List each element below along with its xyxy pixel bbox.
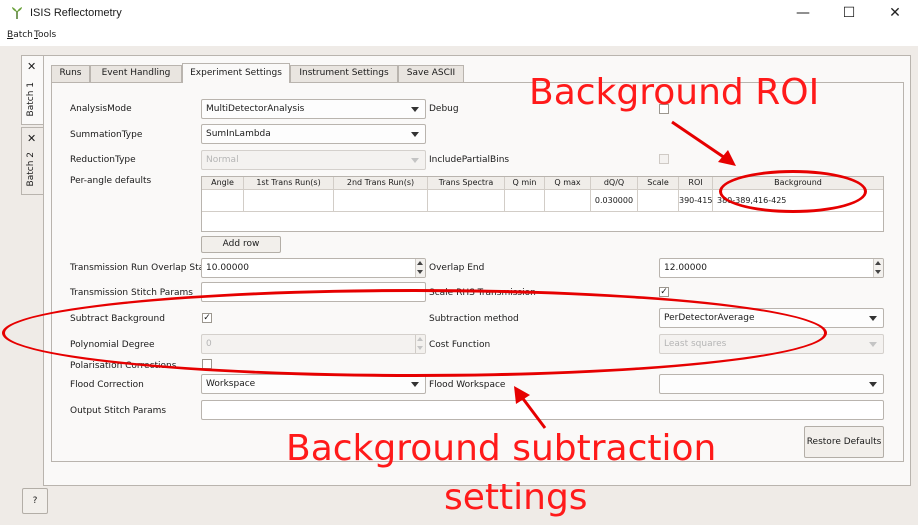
reduction-type-value: Normal (206, 155, 239, 165)
column-header-angle[interactable]: Angle (202, 177, 244, 190)
chevron-down-icon (411, 107, 419, 112)
column-header-q-min[interactable]: Q min (505, 177, 545, 190)
chevron-down-icon (869, 316, 877, 321)
table-cell-angle[interactable] (202, 190, 244, 212)
menu-batch-rest: atch (13, 30, 33, 40)
overlap-end-spinbox[interactable]: 12.00000 (659, 258, 884, 278)
tab-save-ascii[interactable]: Save ASCII (398, 65, 464, 82)
table-cell-roi[interactable]: 390-415 (679, 190, 713, 212)
background-subtraction-highlight-ellipse (2, 289, 827, 377)
background-roi-highlight-ellipse (719, 170, 867, 213)
chevron-down-icon (869, 382, 877, 387)
help-button[interactable]: ? (22, 488, 48, 514)
background-roi-annotation: Background ROI (529, 72, 820, 113)
maximize-button[interactable]: ☐ (826, 0, 872, 28)
column-header-q-max[interactable]: Q max (545, 177, 591, 190)
trans-overlap-start-value: 10.00000 (206, 263, 249, 273)
overlap-end-label: Overlap End (429, 263, 485, 273)
output-stitch-params-input[interactable] (201, 400, 884, 420)
spin-arrows-icon[interactable] (873, 259, 883, 277)
title-bar: ISIS Reflectometry — ☐ ✕ (0, 0, 918, 28)
chevron-down-icon (411, 382, 419, 387)
column-header-second-trans-runs[interactable]: 2nd Trans Run(s) (334, 177, 428, 190)
analysis-mode-label: AnalysisMode (70, 104, 132, 114)
window-title: ISIS Reflectometry (30, 7, 122, 19)
add-row-button[interactable]: Add row (201, 236, 281, 253)
table-cell-trans-spectra[interactable] (428, 190, 505, 212)
column-header-roi[interactable]: ROI (679, 177, 713, 190)
table-cell-q-max[interactable] (545, 190, 591, 212)
table-cell-second-trans-runs[interactable] (334, 190, 428, 212)
reduction-type-label: ReductionType (70, 155, 136, 165)
close-window-button[interactable]: ✕ (872, 0, 918, 28)
tab-runs[interactable]: Runs (51, 65, 90, 82)
tab-instrument-settings[interactable]: Instrument Settings (290, 65, 398, 82)
column-header-trans-spectra[interactable]: Trans Spectra (428, 177, 505, 190)
menu-tools-rest: ools (37, 30, 57, 40)
chevron-down-icon (411, 158, 419, 163)
overlap-end-value: 12.00000 (664, 263, 707, 273)
menu-bar: Batch Tools (0, 28, 918, 46)
column-header-first-trans-runs[interactable]: 1st Trans Run(s) (244, 177, 334, 190)
analysis-mode-value: MultiDetectorAnalysis (206, 104, 305, 114)
restore-defaults-button[interactable]: Restore Defaults (804, 426, 884, 458)
chevron-down-icon (869, 342, 877, 347)
flood-correction-label: Flood Correction (70, 380, 144, 390)
mantid-app-icon (12, 7, 22, 19)
summation-type-select[interactable]: SumInLambda (201, 124, 426, 144)
side-tab-batch-1[interactable]: ✕ Batch 1 (21, 55, 43, 125)
close-batch-2-icon[interactable]: ✕ (27, 133, 36, 144)
trans-overlap-start-spinbox[interactable]: 10.00000 (201, 258, 426, 278)
background-subtraction-annotation-line2: settings (444, 477, 588, 518)
output-stitch-params-label: Output Stitch Params (70, 406, 167, 416)
debug-label: Debug (429, 104, 459, 114)
tab-event-handling[interactable]: Event Handling (90, 65, 182, 82)
per-angle-defaults-label: Per-angle defaults (70, 176, 152, 186)
table-cell-first-trans-runs[interactable] (244, 190, 334, 212)
side-tab-batch-2-label: Batch 2 (26, 151, 36, 186)
flood-correction-value: Workspace (206, 379, 256, 389)
close-batch-1-icon[interactable]: ✕ (27, 61, 36, 72)
spin-arrows-icon[interactable] (415, 259, 425, 277)
tab-experiment-settings[interactable]: Experiment Settings (182, 63, 290, 83)
reduction-type-select[interactable]: Normal (201, 150, 426, 170)
chevron-down-icon (411, 132, 419, 137)
flood-correction-select[interactable]: Workspace (201, 374, 426, 394)
summation-type-label: SummationType (70, 130, 143, 140)
scale-rhs-transmission-checkbox[interactable]: ✓ (659, 287, 669, 297)
column-header-dq-q[interactable]: dQ/Q (591, 177, 638, 190)
flood-workspace-select[interactable] (659, 374, 884, 394)
menu-tools[interactable]: Tools (34, 30, 56, 40)
column-header-scale[interactable]: Scale (638, 177, 679, 190)
background-subtraction-annotation-line1: Background subtraction (286, 428, 717, 469)
side-tab-batch-1-label: Batch 1 (26, 81, 36, 116)
table-cell-q-min[interactable] (505, 190, 545, 212)
menu-batch[interactable]: Batch (7, 30, 33, 40)
include-partial-bins-checkbox[interactable] (659, 154, 669, 164)
include-partial-bins-label: IncludePartialBins (429, 155, 510, 165)
flood-workspace-label: Flood Workspace (429, 380, 506, 390)
analysis-mode-select[interactable]: MultiDetectorAnalysis (201, 99, 426, 119)
side-tab-batch-2[interactable]: ✕ Batch 2 (21, 127, 43, 195)
table-cell-dq-q[interactable]: 0.030000 (591, 190, 638, 212)
table-cell-scale[interactable] (638, 190, 679, 212)
minimize-button[interactable]: — (780, 0, 826, 28)
summation-type-value: SumInLambda (206, 129, 271, 139)
trans-overlap-start-label: Transmission Run Overlap Start (70, 263, 212, 273)
